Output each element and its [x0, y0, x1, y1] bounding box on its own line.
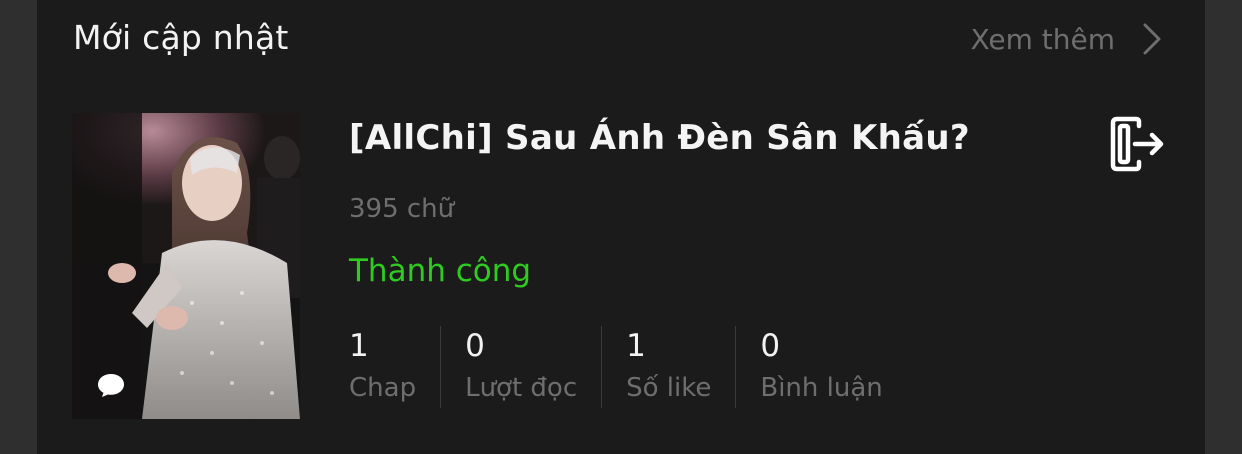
stat-label: Lượt đọc: [465, 373, 578, 403]
recently-updated-panel: Mới cập nhật Xem thêm [AllChi] Sau Ánh Đ…: [37, 0, 1205, 454]
book-title[interactable]: [AllChi] Sau Ánh Đèn Sân Khấu?: [349, 118, 970, 158]
section-title: Mới cập nhật: [73, 18, 289, 57]
stat-comments: 0 Bình luận: [735, 326, 906, 408]
chevron-right-icon: [1141, 21, 1163, 57]
stat-label: Số like: [626, 373, 712, 403]
stat-value: 0: [760, 328, 781, 364]
status-text: Thành công: [349, 253, 532, 289]
stat-likes: 1 Số like: [601, 326, 735, 408]
stat-value: 0: [465, 328, 485, 364]
chat-bubble-icon: [96, 371, 126, 399]
stat-chapters: 1 Chap: [349, 326, 440, 408]
book-cover-image[interactable]: [72, 113, 300, 419]
stat-value: 1: [349, 328, 369, 364]
export-icon[interactable]: [1109, 116, 1167, 172]
see-more-label: Xem thêm: [970, 22, 1115, 56]
word-count: 395 chữ: [349, 194, 455, 224]
stat-label: Chap: [349, 373, 417, 403]
stat-reads: 0 Lượt đọc: [440, 326, 601, 408]
stat-value: 1: [626, 328, 646, 364]
book-stats: 1 Chap 0 Lượt đọc 1 Số like 0 Bình luận: [349, 326, 907, 408]
see-more-link[interactable]: Xem thêm: [970, 21, 1163, 57]
stat-label: Bình luận: [760, 373, 883, 403]
